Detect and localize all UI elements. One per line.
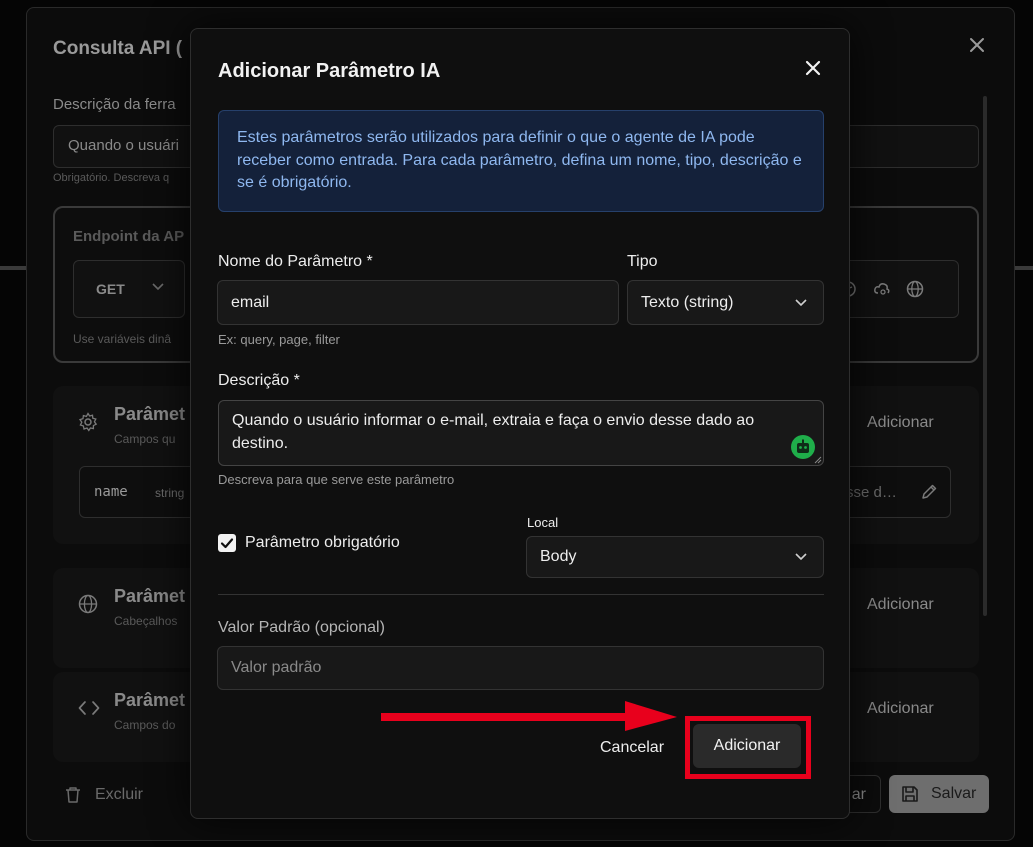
- section-subtitle: Cabeçalhos: [114, 614, 178, 628]
- description-label: Descrição *: [218, 372, 300, 389]
- gear-icon: [78, 412, 98, 432]
- type-select[interactable]: Texto (string): [627, 280, 824, 325]
- pencil-icon[interactable]: [920, 483, 938, 501]
- globe-icon: [78, 594, 98, 614]
- add-header-button[interactable]: Adicionar: [867, 596, 934, 614]
- method-value: GET: [96, 281, 125, 297]
- endpoint-actions: [835, 260, 959, 318]
- globe-icon[interactable]: [906, 280, 924, 298]
- required-label[interactable]: Parâmetro obrigatório: [245, 534, 400, 552]
- dialog-title: Adicionar Parâmetro IA: [218, 60, 441, 82]
- type-label: Tipo: [627, 253, 658, 270]
- required-checkbox[interactable]: [218, 534, 236, 552]
- cancel-button[interactable]: Cancelar: [600, 739, 664, 757]
- add-body-param-button[interactable]: Adicionar: [867, 700, 934, 718]
- section-subtitle: Campos qu: [114, 432, 176, 446]
- method-select[interactable]: GET: [73, 260, 185, 318]
- param-name-hint: Ex: query, page, filter: [218, 332, 340, 347]
- endpoint-hint: Use variáveis dinâ: [73, 332, 172, 346]
- close-icon[interactable]: [805, 60, 821, 76]
- info-callout: Estes parâmetros serão utilizados para d…: [218, 110, 824, 212]
- tool-description-hint: Obrigatório. Descreva q: [53, 172, 170, 184]
- param-type: string: [155, 486, 185, 500]
- param-name: name: [94, 484, 128, 500]
- param-name-label: Nome do Parâmetro *: [218, 253, 373, 270]
- tool-description-label: Descrição da ferra: [53, 96, 176, 113]
- section-title: Parâmet: [114, 586, 186, 606]
- section-subtitle: Campos do: [114, 718, 176, 732]
- annotation-arrow: [381, 701, 677, 731]
- save-button[interactable]: Salvar: [889, 775, 989, 813]
- add-param-button[interactable]: Adicionar: [867, 414, 934, 432]
- ai-assist-icon[interactable]: [791, 435, 815, 459]
- code-icon: [78, 701, 100, 715]
- description-textarea[interactable]: Quando o usuário informar o e-mail, extr…: [218, 400, 824, 466]
- type-value: Texto (string): [641, 293, 734, 311]
- delete-label: Excluir: [95, 786, 144, 803]
- close-icon[interactable]: [968, 36, 986, 54]
- trash-icon: [66, 787, 80, 803]
- default-value-input[interactable]: Valor padrão: [217, 646, 824, 690]
- section-title: Parâmet: [114, 690, 186, 710]
- background-cancel-label: ar: [851, 786, 866, 803]
- location-value: Body: [540, 548, 577, 565]
- add-button[interactable]: Adicionar: [693, 724, 801, 768]
- save-icon: [902, 786, 918, 802]
- param-name-input[interactable]: email: [217, 280, 619, 325]
- scrollbar[interactable]: [983, 96, 987, 616]
- chevron-down-icon: [795, 553, 807, 561]
- default-value-label: Valor Padrão (opcional): [218, 619, 385, 636]
- section-title: Parâmet: [114, 404, 186, 424]
- chevron-down-icon: [795, 298, 807, 306]
- save-label: Salvar: [931, 785, 977, 802]
- background-divider: [0, 266, 26, 270]
- background-divider: [1015, 266, 1033, 270]
- resize-handle-icon[interactable]: [814, 456, 822, 464]
- location-label: Local: [527, 515, 559, 530]
- chevron-down-icon: [152, 283, 164, 291]
- background-modal-title: Consulta API (: [53, 38, 183, 59]
- add-ai-param-dialog: Adicionar Parâmetro IA Estes parâmetros …: [190, 28, 850, 819]
- cloud-upload-icon[interactable]: [873, 280, 891, 298]
- endpoint-title: Endpoint da AP: [73, 228, 185, 245]
- description-hint: Descreva para que serve este parâmetro: [218, 472, 455, 487]
- location-select[interactable]: Body: [526, 536, 824, 578]
- param-desc: sse d…: [846, 484, 897, 501]
- divider: [218, 594, 824, 595]
